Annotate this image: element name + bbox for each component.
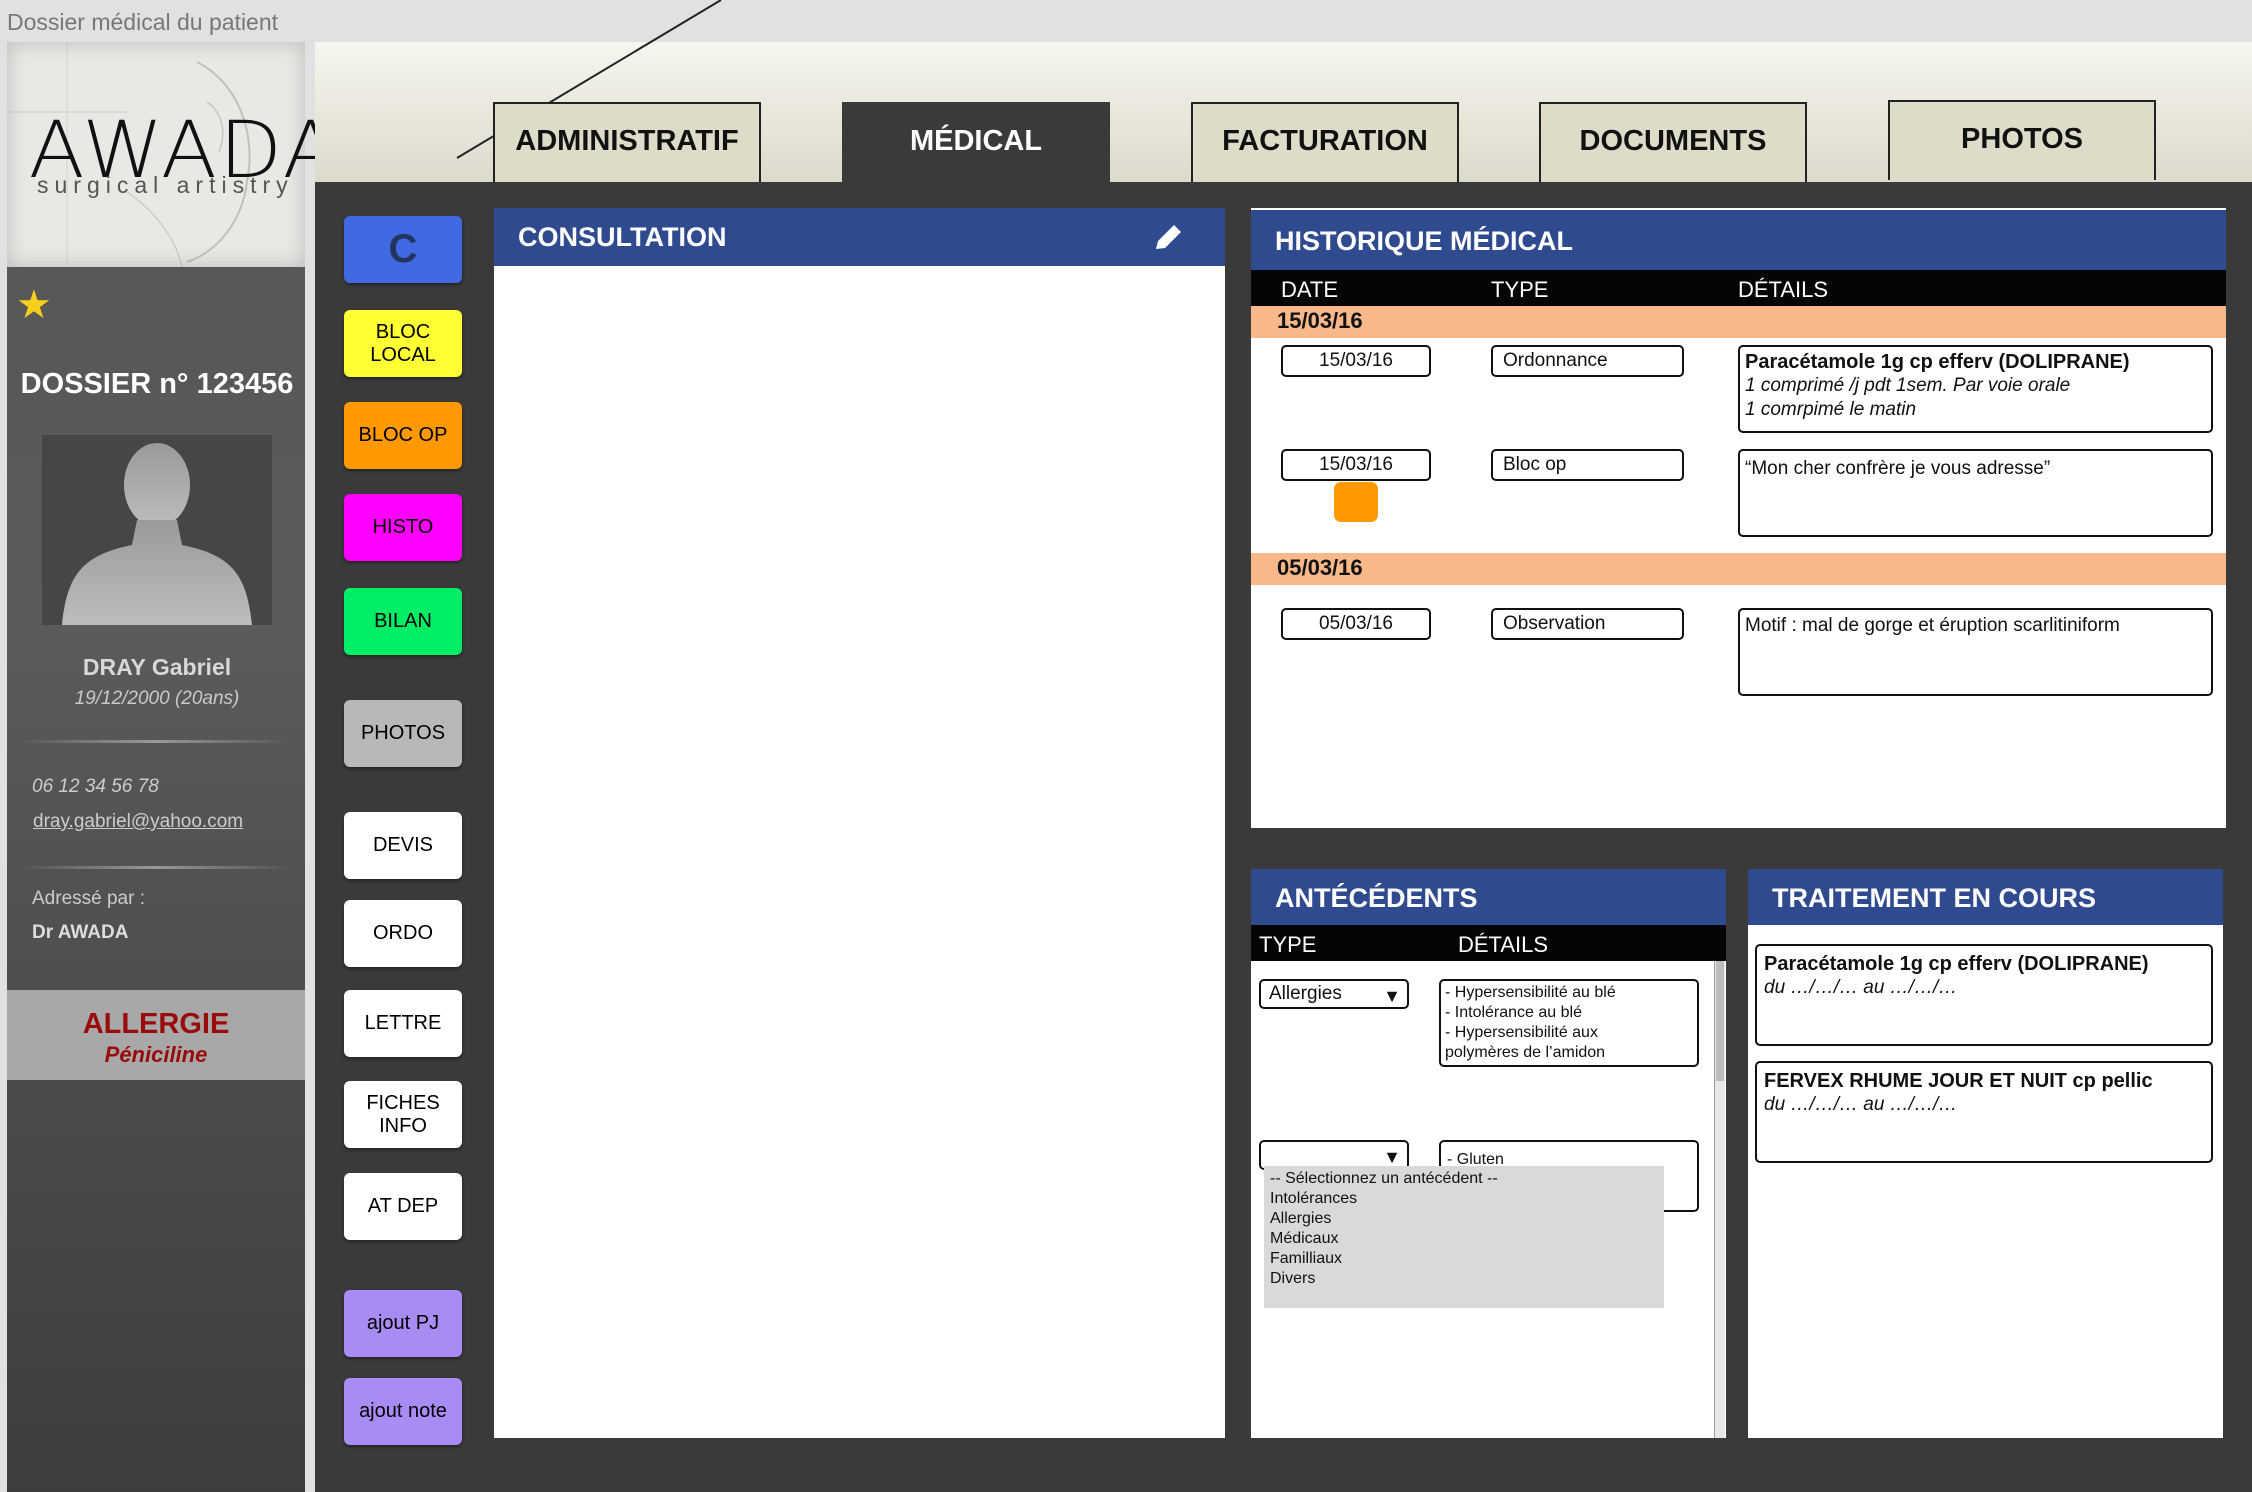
detail-line: 1 comprimé /j pdt 1sem. Par voie orale bbox=[1745, 375, 2071, 396]
antecedent-details-field[interactable]: - Hypersensibilité au blé - Intolérance … bbox=[1439, 979, 1699, 1067]
antecedents-scrollbar[interactable] bbox=[1714, 961, 1725, 1438]
col-type: TYPE bbox=[1259, 932, 1317, 957]
entry-date-field[interactable]: 05/03/16 bbox=[1281, 608, 1431, 640]
dossier-number: DOSSIER n° 123456 bbox=[20, 368, 294, 400]
detail-line: - Hypersensibilité aux bbox=[1445, 1024, 1598, 1041]
detail-line: - Hypersensibilité au blé bbox=[1445, 984, 1616, 1001]
entry-type-field[interactable]: Ordonnance bbox=[1491, 345, 1684, 377]
entry-detail-field[interactable]: Paracétamole 1g cp efferv (DOLIPRANE) 1 … bbox=[1738, 345, 2213, 433]
treatment-period: du …/…/… au …/…/… bbox=[1764, 1094, 1958, 1115]
logo-tagline: surgical artistry bbox=[37, 172, 294, 198]
treatment-name: Paracétamole 1g cp efferv (DOLIPRANE) bbox=[1764, 953, 2149, 975]
bloc-op-button[interactable]: BLOC OP bbox=[344, 402, 462, 469]
chevron-down-icon: ▼ bbox=[1383, 986, 1401, 1006]
lettre-button[interactable]: LETTRE bbox=[344, 990, 462, 1057]
ordo-button[interactable]: ORDO bbox=[344, 900, 462, 967]
tab-facturation[interactable]: FACTURATION bbox=[1191, 102, 1459, 182]
dropdown-option[interactable]: -- Sélectionnez un antécédent -- bbox=[1270, 1169, 1658, 1189]
antecedent-dropdown-list[interactable]: -- Sélectionnez un antécédent -- Intolér… bbox=[1264, 1166, 1664, 1308]
tab-medical[interactable]: MÉDICAL bbox=[842, 102, 1110, 182]
scrollbar-thumb[interactable] bbox=[1716, 961, 1724, 1081]
patient-dob: 19/12/2000 (20ans) bbox=[74, 688, 240, 709]
referred-by-label: Adressé par : bbox=[32, 888, 145, 909]
consultation-panel[interactable] bbox=[494, 208, 1225, 1438]
col-details: DÉTAILS bbox=[1458, 932, 1549, 957]
detail-line: - Intolérance au blé bbox=[1445, 1004, 1582, 1021]
tab-administratif[interactable]: ADMINISTRATIF bbox=[493, 102, 761, 182]
antecedent-type-select[interactable]: Allergies ▼ bbox=[1259, 979, 1409, 1009]
tab-documents[interactable]: DOCUMENTS bbox=[1539, 102, 1807, 182]
favorite-star-icon[interactable]: ★ bbox=[16, 282, 52, 328]
col-date: DATE bbox=[1281, 277, 1339, 302]
treatment-item[interactable]: FERVEX RHUME JOUR ET NUIT cp pellic du …… bbox=[1755, 1061, 2213, 1163]
dropdown-option[interactable]: Divers bbox=[1270, 1269, 1658, 1289]
ajout-pj-button[interactable]: ajout PJ bbox=[344, 1290, 462, 1357]
allergy-title: ALLERGIE bbox=[82, 1008, 230, 1040]
col-details: DÉTAILS bbox=[1738, 277, 1829, 302]
treatment-period: du …/…/… au …/…/… bbox=[1764, 977, 1958, 998]
treatment-title: TRAITEMENT EN COURS bbox=[1748, 869, 2223, 925]
entry-detail-field[interactable]: Motif : mal de gorge et éruption scarlit… bbox=[1738, 608, 2213, 696]
treatment-name: FERVEX RHUME JOUR ET NUIT cp pellic bbox=[1764, 1070, 2153, 1092]
patient-name: DRAY Gabriel bbox=[82, 654, 232, 680]
pencil-icon[interactable] bbox=[1150, 219, 1188, 257]
entry-detail-field[interactable]: “Mon cher confrère je vous adresse” bbox=[1738, 449, 2213, 537]
select-value: Allergies bbox=[1269, 983, 1342, 1004]
divider bbox=[20, 740, 290, 743]
col-type: TYPE bbox=[1491, 277, 1549, 302]
consultation-title: CONSULTATION bbox=[494, 208, 1225, 266]
detail-line: polymères de l’amidon bbox=[1445, 1044, 1606, 1061]
antecedents-title: ANTÉCÉDENTS bbox=[1251, 869, 1726, 925]
user-silhouette-icon bbox=[62, 443, 252, 625]
entry-date-field[interactable]: 15/03/16 bbox=[1281, 345, 1431, 377]
allergy-value: Péniciline bbox=[104, 1042, 208, 1067]
tab-photos[interactable]: PHOTOS bbox=[1888, 100, 2156, 180]
patient-email-link[interactable]: dray.gabriel@yahoo.com bbox=[33, 811, 243, 833]
histo-button[interactable]: HISTO bbox=[344, 494, 462, 561]
consultation-button[interactable]: C bbox=[344, 216, 462, 283]
entry-date-field[interactable]: 15/03/16 bbox=[1281, 449, 1431, 481]
detail-title: Paracétamole 1g cp efferv (DOLIPRANE) bbox=[1745, 351, 2130, 373]
photos-button[interactable]: PHOTOS bbox=[344, 700, 462, 767]
bloc-local-button[interactable]: BLOC LOCAL bbox=[344, 310, 462, 377]
divider bbox=[20, 866, 290, 869]
treatment-item[interactable]: Paracétamole 1g cp efferv (DOLIPRANE) du… bbox=[1755, 944, 2213, 1046]
dropdown-option[interactable]: Médicaux bbox=[1270, 1229, 1658, 1249]
window-title: Dossier médical du patient bbox=[7, 9, 279, 35]
at-dep-button[interactable]: AT DEP bbox=[344, 1173, 462, 1240]
bilan-button[interactable]: BILAN bbox=[344, 588, 462, 655]
ajout-note-button[interactable]: ajout note bbox=[344, 1378, 462, 1445]
entry-type-field[interactable]: Bloc op bbox=[1491, 449, 1684, 481]
patient-phone: 06 12 34 56 78 bbox=[32, 776, 159, 797]
history-date-group: 05/03/16 bbox=[1251, 553, 2226, 585]
detail-line: 1 comrpimé le matin bbox=[1745, 399, 1917, 420]
dropdown-option[interactable]: Intolérances bbox=[1270, 1189, 1658, 1209]
history-column-header: DATE TYPE DÉTAILS bbox=[1251, 270, 2226, 306]
dropdown-option[interactable]: Allergies bbox=[1270, 1209, 1658, 1229]
dropdown-option[interactable]: Familliaux bbox=[1270, 1249, 1658, 1269]
avatar bbox=[42, 435, 272, 625]
referred-by-value: Dr AWADA bbox=[32, 922, 129, 943]
fiches-info-button[interactable]: FICHES INFO bbox=[344, 1081, 462, 1148]
history-date-group: 15/03/16 bbox=[1251, 306, 2226, 338]
consultation-title-text: CONSULTATION bbox=[518, 222, 727, 252]
devis-button[interactable]: DEVIS bbox=[344, 812, 462, 879]
entry-type-field[interactable]: Observation bbox=[1491, 608, 1684, 640]
bloc-op-marker[interactable] bbox=[1334, 482, 1378, 522]
antecedents-column-header: TYPE DÉTAILS bbox=[1251, 925, 1726, 961]
history-title: HISTORIQUE MÉDICAL bbox=[1251, 210, 2226, 270]
